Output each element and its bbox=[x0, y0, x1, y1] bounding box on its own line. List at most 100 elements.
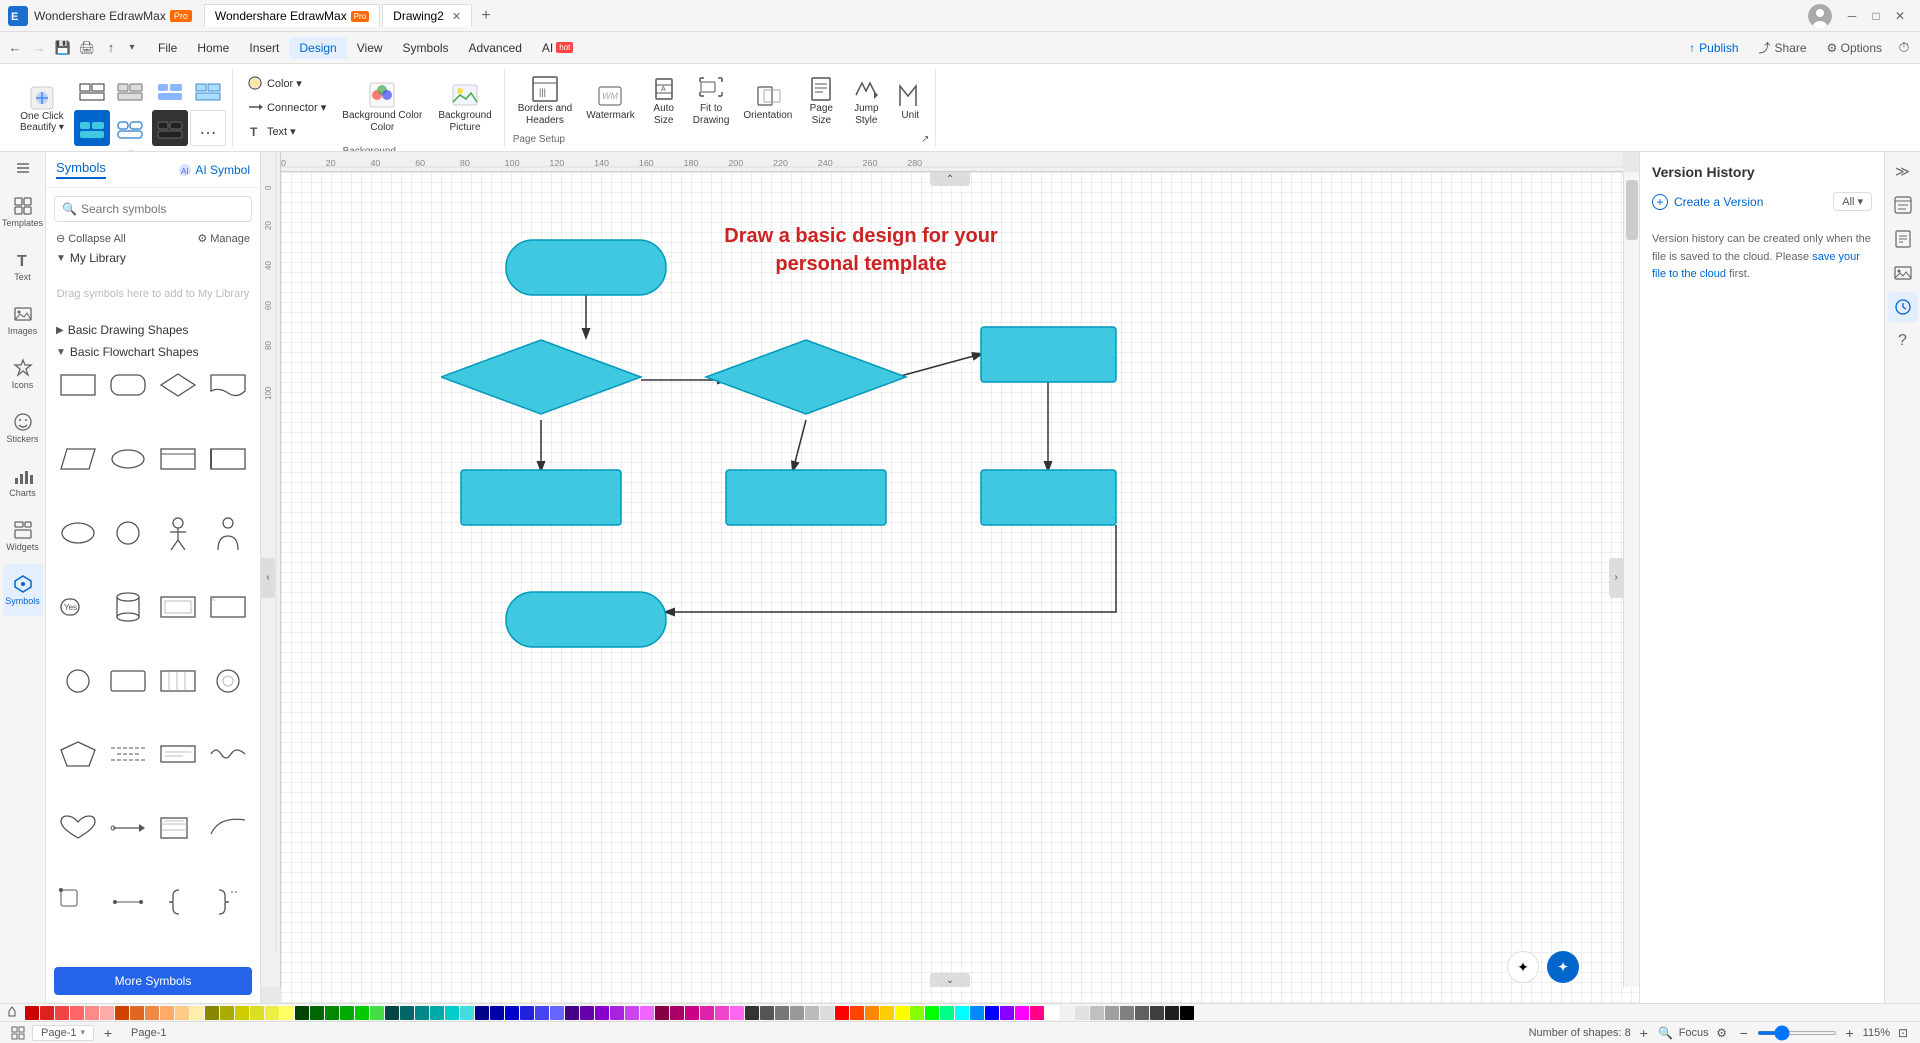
collapse-arrow-left[interactable]: ‹ bbox=[261, 558, 275, 598]
color-swatch[interactable] bbox=[670, 1006, 684, 1020]
fit-drawing-button[interactable]: Fit to Drawing bbox=[688, 72, 735, 130]
color-swatch[interactable] bbox=[55, 1006, 69, 1020]
export-button[interactable]: ↑ bbox=[100, 37, 122, 59]
shape-cell-yesno[interactable]: Yes bbox=[54, 589, 101, 625]
user-avatar[interactable] bbox=[1808, 4, 1832, 28]
shape-cell-circle3[interactable] bbox=[205, 663, 252, 699]
shape-cell-rect2[interactable] bbox=[155, 589, 202, 625]
color-swatch[interactable] bbox=[745, 1006, 759, 1020]
right-icon-help[interactable]: ? bbox=[1888, 326, 1918, 356]
print-button[interactable]: 🖨 bbox=[76, 37, 98, 59]
color-swatch[interactable] bbox=[40, 1006, 54, 1020]
color-swatch[interactable] bbox=[385, 1006, 399, 1020]
shape-cell-manual2[interactable] bbox=[205, 441, 252, 477]
color-swatch[interactable] bbox=[1105, 1006, 1119, 1020]
close-button[interactable]: ✕ bbox=[1888, 4, 1912, 28]
shape-cell-text-box[interactable] bbox=[155, 736, 202, 772]
save-button[interactable]: 💾 bbox=[52, 37, 74, 59]
color-swatch[interactable] bbox=[280, 1006, 294, 1020]
color-swatch[interactable] bbox=[880, 1006, 894, 1020]
color-swatch[interactable] bbox=[415, 1006, 429, 1020]
color-swatch[interactable] bbox=[970, 1006, 984, 1020]
shape-cell-circle[interactable] bbox=[104, 515, 151, 551]
unit-button[interactable]: Unit bbox=[891, 72, 929, 130]
shape-cell-diamond[interactable] bbox=[155, 367, 202, 403]
one-click-beautify-button[interactable]: One Click Beautify ▾ bbox=[14, 82, 70, 136]
color-swatch[interactable] bbox=[1090, 1006, 1104, 1020]
canvas-area[interactable]: 0 204060 80100120 140160180 200220240 26… bbox=[261, 152, 1639, 1003]
color-swatch[interactable] bbox=[1015, 1006, 1029, 1020]
shape-cell-dashes[interactable] bbox=[104, 736, 151, 772]
page-tab-1[interactable]: Page-1 ▾ bbox=[32, 1025, 94, 1041]
basic-drawing-section-header[interactable]: ▶ Basic Drawing Shapes bbox=[46, 319, 260, 341]
shape-cell-parallelogram[interactable] bbox=[54, 441, 101, 477]
page-tab-2[interactable]: Page-1 bbox=[122, 1025, 175, 1041]
color-swatch[interactable] bbox=[895, 1006, 909, 1020]
shape-cell-dotline[interactable] bbox=[104, 884, 151, 920]
color-swatch[interactable] bbox=[565, 1006, 579, 1020]
fit-screen-button[interactable]: ⊡ bbox=[1894, 1024, 1912, 1042]
new-tab-button[interactable]: + bbox=[474, 4, 498, 28]
color-swatch[interactable] bbox=[610, 1006, 624, 1020]
maximize-button[interactable]: □ bbox=[1864, 4, 1888, 28]
background-picture-button[interactable]: Background Picture bbox=[432, 72, 497, 142]
color-swatch[interactable] bbox=[955, 1006, 969, 1020]
color-swatch[interactable] bbox=[535, 1006, 549, 1020]
style-shape-7[interactable] bbox=[152, 110, 188, 146]
style-shape-1[interactable] bbox=[74, 72, 110, 108]
menu-view[interactable]: View bbox=[347, 37, 393, 59]
shape-cell-wave[interactable] bbox=[205, 736, 252, 772]
color-swatch[interactable] bbox=[190, 1006, 204, 1020]
watermark-button[interactable]: WM Watermark bbox=[581, 72, 640, 130]
color-swatch[interactable] bbox=[265, 1006, 279, 1020]
my-library-section-header[interactable]: ▼ My Library bbox=[46, 247, 260, 269]
color-swatch[interactable] bbox=[235, 1006, 249, 1020]
color-swatch[interactable] bbox=[460, 1006, 474, 1020]
sidebar-item-templates[interactable]: Templates bbox=[3, 186, 43, 238]
right-icon-history[interactable] bbox=[1888, 292, 1918, 322]
palette-pen-icon[interactable] bbox=[4, 1005, 20, 1021]
color-swatch[interactable] bbox=[550, 1006, 564, 1020]
jump-style-button[interactable]: Jump Style bbox=[845, 72, 887, 130]
timer-icon[interactable]: ⏱ bbox=[1892, 36, 1916, 60]
color-swatch[interactable] bbox=[1165, 1006, 1179, 1020]
collapse-all-button[interactable]: ⊖ Collapse All bbox=[56, 232, 126, 245]
zoom-in-button2[interactable]: + bbox=[1841, 1024, 1859, 1042]
close-tab-icon[interactable]: ✕ bbox=[452, 10, 461, 23]
collapse-arrow-top[interactable]: ⌃ bbox=[930, 172, 970, 186]
color-swatch[interactable] bbox=[925, 1006, 939, 1020]
text-dropdown-button[interactable]: T Text ▾ bbox=[241, 120, 332, 142]
color-swatch[interactable] bbox=[250, 1006, 264, 1020]
collapse-sidebar-button[interactable] bbox=[3, 156, 43, 180]
color-swatch[interactable] bbox=[655, 1006, 669, 1020]
connector-dropdown-button[interactable]: Connector ▾ bbox=[241, 96, 332, 118]
color-swatch[interactable] bbox=[475, 1006, 489, 1020]
undo-dropdown[interactable]: ▾ bbox=[124, 37, 140, 59]
color-swatch[interactable] bbox=[100, 1006, 114, 1020]
add-page-button[interactable]: + bbox=[98, 1024, 118, 1042]
color-swatch[interactable] bbox=[715, 1006, 729, 1020]
search-button[interactable]: 🔍 bbox=[1657, 1024, 1675, 1042]
auto-size-button[interactable]: A Auto Size bbox=[644, 72, 684, 130]
zoom-out-button[interactable]: − bbox=[1735, 1024, 1753, 1042]
color-swatch[interactable] bbox=[145, 1006, 159, 1020]
color-swatch[interactable] bbox=[445, 1006, 459, 1020]
shape-cell-brace-open[interactable] bbox=[155, 884, 202, 920]
color-swatch[interactable] bbox=[310, 1006, 324, 1020]
right-icon-image[interactable] bbox=[1888, 258, 1918, 288]
canvas[interactable]: Draw a basic design for your personal te… bbox=[281, 172, 1639, 1003]
color-swatch[interactable] bbox=[430, 1006, 444, 1020]
style-shape-2[interactable] bbox=[112, 72, 148, 108]
collapse-arrow-right[interactable]: › bbox=[1609, 558, 1623, 598]
right-icon-expand[interactable]: ≫ bbox=[1888, 156, 1918, 186]
create-version-button[interactable]: + Create a Version All ▾ bbox=[1652, 192, 1872, 211]
menu-symbols[interactable]: Symbols bbox=[393, 37, 459, 59]
menu-home[interactable]: Home bbox=[187, 37, 239, 59]
color-swatch[interactable] bbox=[25, 1006, 39, 1020]
color-swatch[interactable] bbox=[1180, 1006, 1194, 1020]
sidebar-item-images[interactable]: Images bbox=[3, 294, 43, 346]
shape-cell-manual[interactable] bbox=[155, 441, 202, 477]
menu-insert[interactable]: Insert bbox=[239, 37, 289, 59]
sidebar-item-widgets[interactable]: Widgets bbox=[3, 510, 43, 562]
shape-cell-multiline[interactable] bbox=[155, 810, 202, 846]
